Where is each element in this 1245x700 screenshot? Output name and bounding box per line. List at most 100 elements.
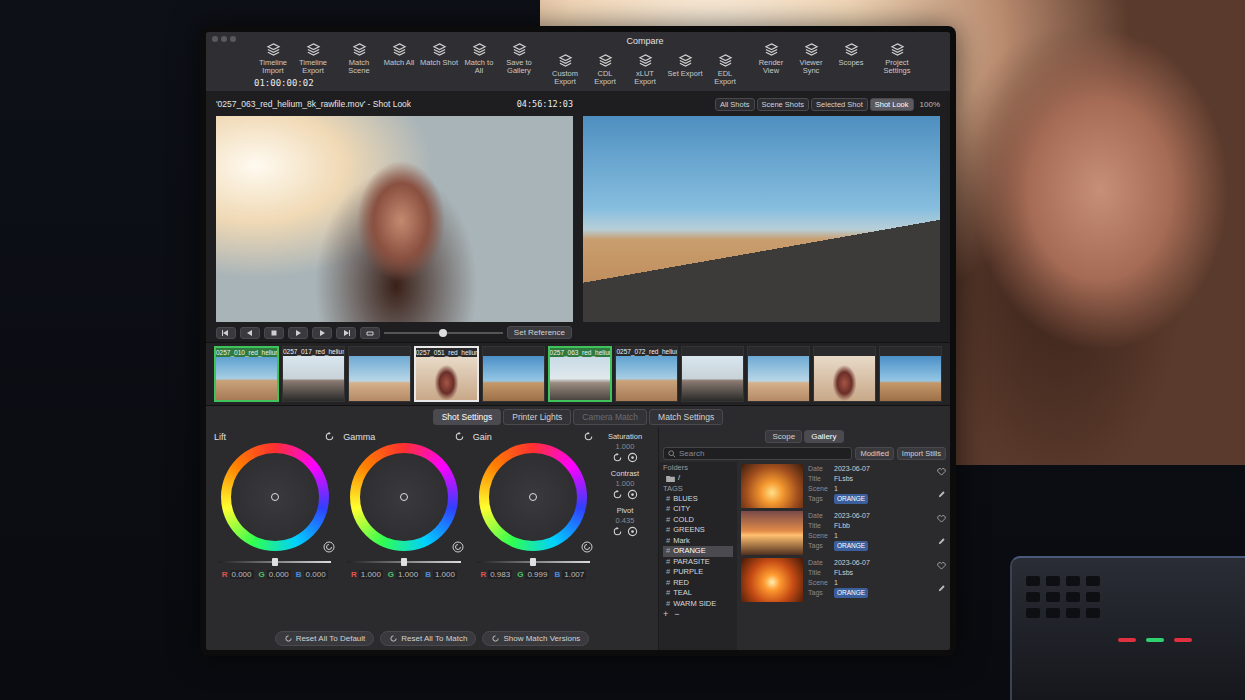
playhead-knob[interactable] — [439, 329, 447, 337]
shot-thumbnail[interactable]: 0257_051_red_helium_8k_rawfi... — [414, 346, 479, 402]
toolbar-button[interactable]: Match Shot — [420, 36, 458, 76]
match-icon[interactable] — [627, 526, 638, 537]
tag-item[interactable]: #GREENS — [663, 525, 733, 536]
transport-button[interactable] — [216, 327, 236, 339]
channel-value[interactable]: R 0.983 — [480, 570, 512, 579]
tab[interactable]: Printer Lights — [503, 409, 571, 425]
window-dot[interactable] — [230, 36, 236, 42]
toolbar-button[interactable]: Viewer Sync — [792, 36, 830, 76]
action-button[interactable]: Reset All To Default — [275, 631, 375, 646]
transport-button[interactable] — [336, 327, 356, 339]
playhead-slider[interactable] — [384, 328, 503, 338]
tag-item[interactable]: #WARM SIDE — [663, 599, 733, 610]
gallery-tab[interactable]: Scope — [765, 430, 802, 443]
search-field[interactable]: Search — [663, 447, 852, 460]
shot-thumbnail[interactable] — [482, 346, 545, 402]
match-icon[interactable] — [627, 489, 638, 500]
toolbar-button[interactable]: Custom Export — [546, 47, 584, 87]
view-button[interactable]: Scene Shots — [757, 98, 810, 111]
wheel-center[interactable] — [271, 493, 279, 501]
heart-icon[interactable] — [937, 562, 946, 570]
control-value[interactable]: 0.435 — [616, 516, 635, 525]
folder-item[interactable]: / — [663, 473, 733, 484]
channel-value[interactable]: B 1.000 — [425, 570, 457, 579]
master-slider[interactable] — [214, 556, 335, 568]
toolbar-button[interactable]: Match to All — [460, 36, 498, 76]
tag-item[interactable]: #PURPLE — [663, 567, 733, 578]
tag-item[interactable]: #ORANGE — [663, 546, 733, 557]
reset-icon[interactable] — [612, 526, 623, 537]
view-button[interactable]: Selected Shot — [811, 98, 868, 111]
still-item[interactable]: Date2023-06-07 TitleFLsbs Scene1 TagsORA… — [741, 558, 946, 602]
transport-button[interactable] — [312, 327, 332, 339]
reset-icon[interactable] — [452, 541, 464, 553]
channel-value[interactable]: B 0.000 — [296, 570, 328, 579]
window-dot[interactable] — [221, 36, 227, 42]
shot-thumbnail[interactable] — [747, 346, 810, 402]
transport-button[interactable] — [360, 327, 380, 339]
transport-button[interactable] — [288, 327, 308, 339]
toolbar-button[interactable]: CDL Export — [586, 47, 624, 87]
set-reference-button[interactable]: Set Reference — [507, 326, 572, 339]
slider-knob[interactable] — [530, 558, 536, 566]
sort-button[interactable]: Modified — [855, 447, 893, 460]
toolbar-button[interactable]: Save to Gallery — [500, 36, 538, 76]
toolbar-button[interactable]: Timeline Import — [254, 36, 292, 76]
toolbar-button[interactable]: Match Scene — [340, 36, 378, 76]
channel-value[interactable]: R 1.000 — [351, 570, 383, 579]
toolbar-button[interactable]: Render View — [752, 36, 790, 76]
pencil-icon[interactable] — [937, 490, 946, 499]
transport-button[interactable] — [264, 327, 284, 339]
reset-icon[interactable] — [454, 431, 465, 442]
pencil-icon[interactable] — [937, 584, 946, 593]
toolbar-button[interactable]: Scopes — [832, 36, 870, 76]
tag-item[interactable]: #COLD — [663, 515, 733, 526]
wheel-center[interactable] — [529, 493, 537, 501]
add-tag-button[interactable]: + — [663, 609, 668, 619]
heart-icon[interactable] — [937, 468, 946, 476]
remove-tag-button[interactable]: − — [674, 609, 679, 619]
reset-icon[interactable] — [324, 431, 335, 442]
tag-item[interactable]: #CITY — [663, 504, 733, 515]
control-value[interactable]: 1.000 — [616, 442, 635, 451]
toolbar-button[interactable]: EDL Export — [706, 47, 744, 87]
toolbar-button[interactable]: xLUT Export — [626, 47, 664, 87]
color-wheel[interactable] — [221, 443, 329, 551]
reset-icon[interactable] — [612, 489, 623, 500]
window-dot[interactable] — [212, 36, 218, 42]
shot-thumbnail[interactable] — [681, 346, 744, 402]
reset-icon[interactable] — [612, 452, 623, 463]
toolbar-button[interactable]: Timeline Export — [294, 36, 332, 76]
tag-item[interactable]: #BLUES — [663, 494, 733, 505]
reset-icon[interactable] — [323, 541, 335, 553]
gallery-tab[interactable]: Gallery — [804, 430, 843, 443]
slider-knob[interactable] — [401, 558, 407, 566]
channel-value[interactable]: R 0.000 — [222, 570, 254, 579]
shot-thumbnail[interactable]: 0257_063_red_helium_8k_rawfile — [548, 346, 613, 402]
tab[interactable]: Shot Settings — [433, 409, 502, 425]
color-wheel[interactable] — [350, 443, 458, 551]
match-icon[interactable] — [627, 452, 638, 463]
reset-icon[interactable] — [583, 431, 594, 442]
shot-thumbnail[interactable] — [348, 346, 411, 402]
tag-item[interactable]: #PARASITE — [663, 557, 733, 568]
import-stills-button[interactable]: Import Stills — [897, 447, 946, 460]
reset-icon[interactable] — [581, 541, 593, 553]
shot-thumbnail[interactable]: 0257_072_red_helium_8k_rawf... — [615, 346, 678, 402]
view-button[interactable]: Shot Look — [870, 98, 914, 111]
tab[interactable]: Match Settings — [649, 409, 723, 425]
toolbar-button[interactable]: Set Export — [666, 47, 704, 87]
master-slider[interactable] — [473, 556, 594, 568]
action-button[interactable]: Show Match Versions — [482, 631, 589, 646]
toolbar-button[interactable]: Match All — [380, 36, 418, 76]
shot-thumbnail[interactable] — [879, 346, 942, 402]
channel-value[interactable]: B 1.007 — [554, 570, 586, 579]
channel-value[interactable]: G 0.999 — [517, 570, 549, 579]
slider-knob[interactable] — [272, 558, 278, 566]
tag-item[interactable]: #Mark — [663, 536, 733, 547]
tag-item[interactable]: #RED — [663, 578, 733, 589]
color-wheel[interactable] — [479, 443, 587, 551]
transport-button[interactable] — [240, 327, 260, 339]
shot-thumbnail[interactable]: 0257_017_red_helium_8k_raw... — [282, 346, 345, 402]
pencil-icon[interactable] — [937, 537, 946, 546]
